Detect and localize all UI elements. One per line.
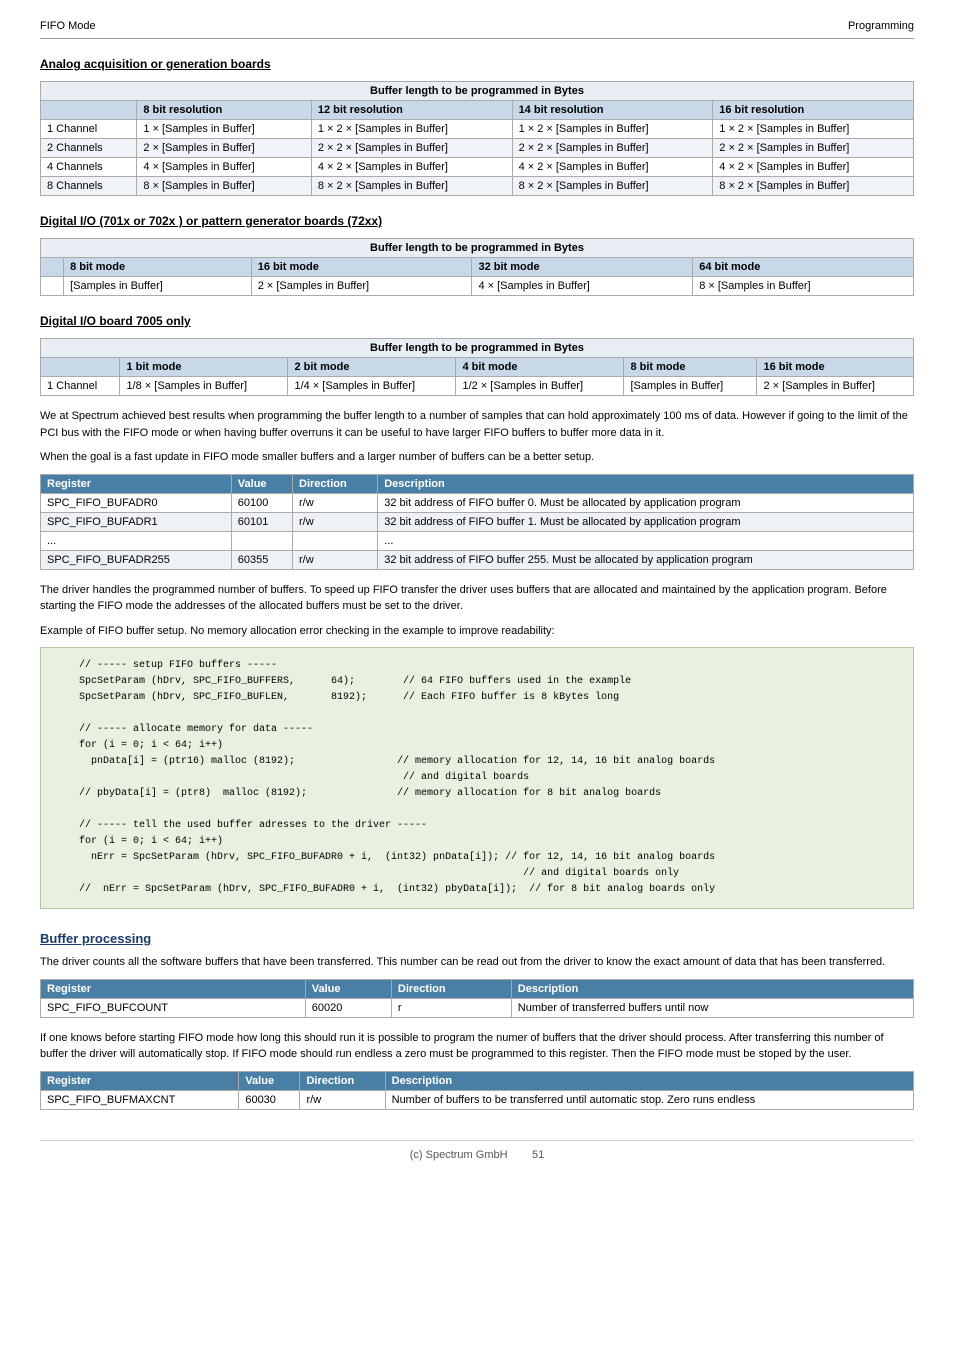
footer-page: 51	[532, 1149, 544, 1161]
buf1-col-direction: Direction	[391, 979, 511, 998]
table-row: SPC_FIFO_BUFMAXCNT60030r/wNumber of buff…	[41, 1090, 914, 1109]
analog-col-1: 8 bit resolution	[137, 101, 312, 120]
buf2-col-description: Description	[385, 1071, 913, 1090]
digital7005-buffer-header: Buffer length to be programmed in Bytes	[41, 339, 914, 358]
analog-table-header-row: 8 bit resolution 12 bit resolution 14 bi…	[41, 101, 914, 120]
table-row: 8 Channels8 × [Samples in Buffer]8 × 2 ×…	[41, 177, 914, 196]
table-row: SPC_FIFO_BUFCOUNT60020rNumber of transfe…	[41, 998, 914, 1017]
para1: We at Spectrum achieved best results whe…	[40, 408, 914, 441]
buffer-processing-title: Buffer processing	[40, 931, 914, 946]
analog-col-4: 16 bit resolution	[713, 101, 914, 120]
buf2-col-register: Register	[41, 1071, 239, 1090]
d701-col-4: 64 bit mode	[693, 258, 914, 277]
para4: Example of FIFO buffer setup. No memory …	[40, 623, 914, 640]
d7005-col-5: 16 bit mode	[757, 358, 914, 377]
header-right: Programming	[848, 20, 914, 32]
digital7005-table: Buffer length to be programmed in Bytes …	[40, 338, 914, 396]
analog-col-0	[41, 101, 137, 120]
para2: When the goal is a fast update in FIFO m…	[40, 449, 914, 466]
buf1-col-value: Value	[305, 979, 391, 998]
d7005-col-2: 2 bit mode	[288, 358, 456, 377]
d7005-col-3: 4 bit mode	[456, 358, 624, 377]
digital7005-section-title: Digital I/O board 7005 only	[40, 314, 914, 328]
table-row: SPC_FIFO_BUFADR060100r/w32 bit address o…	[41, 493, 914, 512]
buf-table2-header: Register Value Direction Description	[41, 1071, 914, 1090]
table-row: 1 Channel1/8 × [Samples in Buffer]1/4 × …	[41, 377, 914, 396]
table-row: ......	[41, 531, 914, 550]
code-block-1: // ----- setup FIFO buffers ----- SpcSet…	[40, 647, 914, 909]
d701-col-3: 32 bit mode	[472, 258, 693, 277]
d701-col-1: 8 bit mode	[64, 258, 252, 277]
analog-section-title: Analog acquisition or generation boards	[40, 57, 914, 71]
d7005-col-4: 8 bit mode	[624, 358, 757, 377]
buffer-table-2: Register Value Direction Description SPC…	[40, 1071, 914, 1110]
register-table-1: Register Value Direction Description SPC…	[40, 474, 914, 570]
table-row: 2 Channels2 × [Samples in Buffer]2 × 2 ×…	[41, 139, 914, 158]
digital701-table: Buffer length to be programmed in Bytes …	[40, 238, 914, 296]
d701-col-2: 16 bit mode	[251, 258, 472, 277]
d7005-col-1: 1 bit mode	[120, 358, 288, 377]
reg-col-value: Value	[231, 474, 292, 493]
analog-col-2: 12 bit resolution	[311, 101, 512, 120]
buf1-col-description: Description	[511, 979, 913, 998]
digital701-header-row: 8 bit mode 16 bit mode 32 bit mode 64 bi…	[41, 258, 914, 277]
buf2-col-direction: Direction	[300, 1071, 385, 1090]
table-row: 1 Channel1 × [Samples in Buffer]1 × 2 × …	[41, 120, 914, 139]
buffer-para1: The driver counts all the software buffe…	[40, 954, 914, 971]
digital701-buffer-header: Buffer length to be programmed in Bytes	[41, 239, 914, 258]
digital701-section-title: Digital I/O (701x or 702x ) or pattern g…	[40, 214, 914, 228]
table-row: [Samples in Buffer]2 × [Samples in Buffe…	[41, 277, 914, 296]
header-left: FIFO Mode	[40, 20, 96, 32]
table-row: SPC_FIFO_BUFADR25560355r/w32 bit address…	[41, 550, 914, 569]
reg-col-register: Register	[41, 474, 232, 493]
reg-col-description: Description	[378, 474, 914, 493]
buf1-col-register: Register	[41, 979, 306, 998]
table-row: 4 Channels4 × [Samples in Buffer]4 × 2 ×…	[41, 158, 914, 177]
table-row: SPC_FIFO_BUFADR160101r/w32 bit address o…	[41, 512, 914, 531]
d7005-col-0	[41, 358, 120, 377]
buffer-para2: If one knows before starting FIFO mode h…	[40, 1030, 914, 1063]
analog-col-3: 14 bit resolution	[512, 101, 713, 120]
buffer-table-1: Register Value Direction Description SPC…	[40, 979, 914, 1018]
page-header: FIFO Mode Programming	[40, 20, 914, 39]
footer-text: (c) Spectrum GmbH	[410, 1149, 508, 1161]
buf-table1-header: Register Value Direction Description	[41, 979, 914, 998]
digital7005-header-row: 1 bit mode 2 bit mode 4 bit mode 8 bit m…	[41, 358, 914, 377]
d701-col-0	[41, 258, 64, 277]
analog-table: Buffer length to be programmed in Bytes …	[40, 81, 914, 196]
reg-table1-header: Register Value Direction Description	[41, 474, 914, 493]
reg-col-direction: Direction	[293, 474, 378, 493]
analog-buffer-header: Buffer length to be programmed in Bytes	[41, 82, 914, 101]
para3: The driver handles the programmed number…	[40, 582, 914, 615]
page-footer: (c) Spectrum GmbH 51	[40, 1140, 914, 1161]
buf2-col-value: Value	[239, 1071, 300, 1090]
